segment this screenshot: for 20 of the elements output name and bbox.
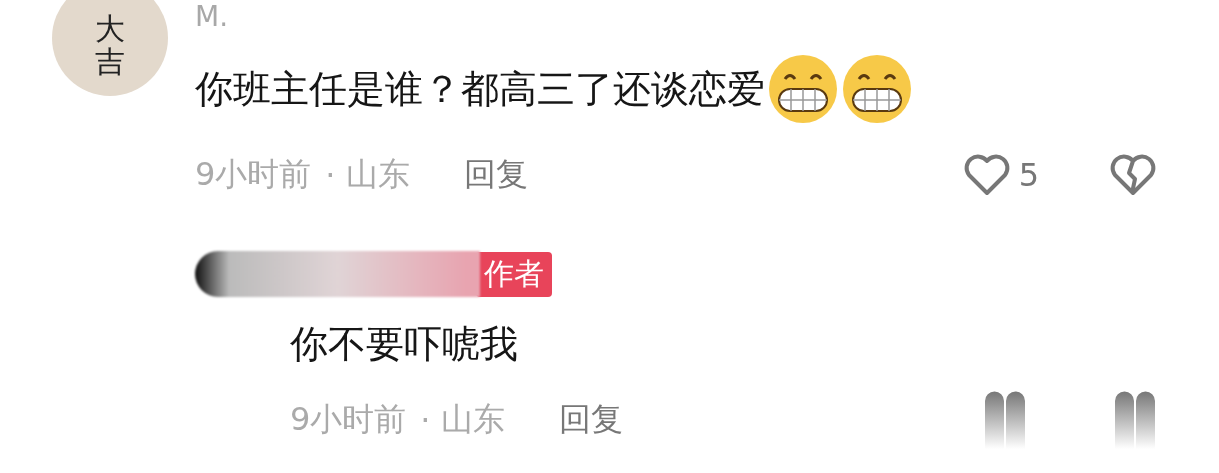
faded-heart-icon[interactable] <box>983 391 1027 449</box>
comment-text: 你班主任是谁？都高三了还谈恋爱 <box>195 65 765 113</box>
broken-heart-icon[interactable] <box>1109 153 1157 197</box>
reply-link[interactable]: 回复 <box>463 153 528 197</box>
heart-icon[interactable] <box>962 153 1011 197</box>
separator-dot: · <box>420 401 431 439</box>
avatar-text: 大吉 <box>95 10 125 78</box>
timestamp: 9小时前 <box>195 154 312 195</box>
like-count: 5 <box>1018 156 1039 194</box>
username[interactable]: M. <box>195 1 1157 33</box>
reply-text: 你不要吓唬我 <box>290 321 519 368</box>
location: 山东 <box>345 154 410 195</box>
avatar[interactable]: 大吉 <box>52 0 168 96</box>
timestamp: 9小时前 <box>290 399 407 440</box>
location: 山东 <box>440 399 505 440</box>
grinning-face-icon <box>841 53 913 125</box>
reply-link[interactable]: 回复 <box>558 398 623 442</box>
grinning-face-icon <box>767 53 839 125</box>
separator-dot: · <box>325 156 336 194</box>
faded-heart-icon[interactable] <box>1113 391 1157 449</box>
